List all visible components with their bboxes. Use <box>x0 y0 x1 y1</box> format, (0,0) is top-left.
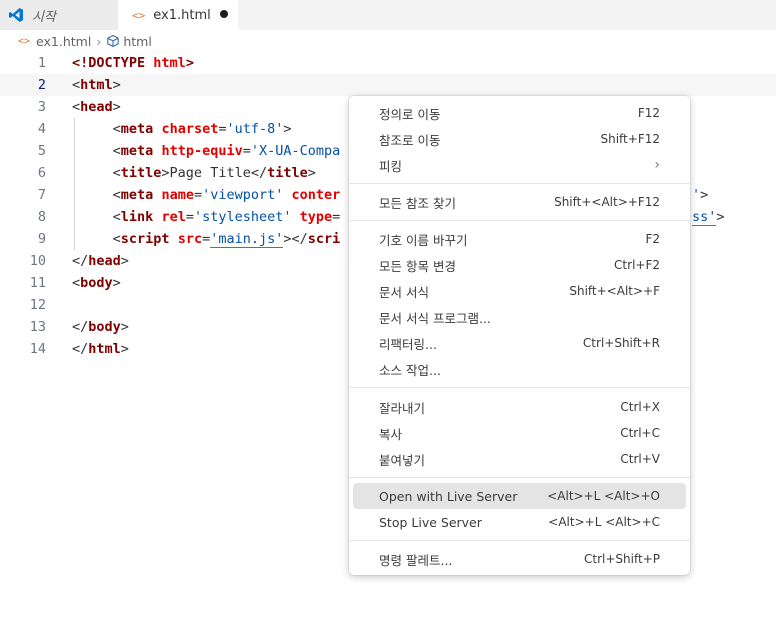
menu-item-shortcut: Ctrl+C <box>620 426 660 440</box>
chevron-right-icon: › <box>96 33 102 49</box>
line-number: 10 <box>29 253 46 269</box>
menu-item-shortcut: Shift+<Alt>+F <box>569 284 660 298</box>
menu-item-find-all-references[interactable]: 모든 참조 찾기 Shift+<Alt>+F12 <box>353 189 686 215</box>
menu-item-label: 소스 작업... <box>379 362 441 378</box>
menu-item-label: 복사 <box>379 426 403 442</box>
indent-guide <box>74 118 75 250</box>
menu-item-open-with-live-server[interactable]: Open with Live Server <Alt>+L <Alt>+O <box>353 483 686 509</box>
menu-item-source-action[interactable]: 소스 작업... <box>353 356 686 382</box>
line-number: 4 <box>37 121 46 137</box>
menu-item-label: 문서 서식 프로그램... <box>379 310 491 326</box>
menu-item-command-palette[interactable]: 명령 팔레트... Ctrl+Shift+P <box>353 546 686 572</box>
tab-ex1-html-label: ex1.html <box>153 7 211 23</box>
menu-item-label: 명령 팔레트... <box>379 552 453 568</box>
unsaved-dot-icon[interactable] <box>220 10 228 18</box>
menu-item-label: 리팩터링... <box>379 336 437 352</box>
code-text: <title>Page Title</title> <box>112 165 316 181</box>
tab-ex1-html[interactable]: <> ex1.html <box>118 0 238 30</box>
menu-item-paste[interactable]: 붙여넣기 Ctrl+V <box>353 446 686 472</box>
code-text: <html> <box>72 77 121 93</box>
html-file-icon: <> <box>18 35 31 47</box>
code-overflow-fragment: ss'> <box>692 209 725 226</box>
menu-item-label: 기호 이름 바꾸기 <box>379 232 468 248</box>
code-text: </html> <box>72 341 129 357</box>
line-number: 2 <box>37 77 46 93</box>
line-number: 9 <box>37 231 46 247</box>
menu-item-shortcut: Ctrl+F2 <box>614 258 660 272</box>
menu-item-label: Open with Live Server <box>379 488 518 504</box>
code-text: <body> <box>72 275 121 291</box>
code-text: <!DOCTYPE html> <box>72 55 194 71</box>
menu-item-label: 모든 참조 찾기 <box>379 195 456 211</box>
html-file-icon: <> <box>132 8 146 22</box>
menu-item-change-all-occurrences[interactable]: 모든 항목 변경 Ctrl+F2 <box>353 252 686 278</box>
code-text: </body> <box>72 319 129 335</box>
code-line-current: 2 <html> <box>0 74 776 96</box>
menu-item-label: 잘라내기 <box>379 400 426 416</box>
line-number: 7 <box>37 187 46 203</box>
code-text: <meta http-equiv='X-UA-Compa <box>112 143 341 159</box>
breadcrumb-file[interactable]: ex1.html <box>36 34 91 49</box>
menu-item-shortcut: F12 <box>637 106 660 120</box>
menu-item-shortcut: Ctrl+Shift+R <box>582 336 660 350</box>
menu-item-go-to-references[interactable]: 참조로 이동 Shift+F12 <box>353 126 686 152</box>
menu-item-label: 모든 항목 변경 <box>379 258 456 274</box>
code-text: </head> <box>72 253 129 269</box>
menu-separator <box>349 387 690 388</box>
tab-start[interactable]: 시작 <box>0 0 118 30</box>
breadcrumb-symbol[interactable]: html <box>123 34 151 49</box>
chevron-right-icon: › <box>654 157 660 173</box>
menu-item-peek[interactable]: 피킹 › <box>353 152 686 178</box>
tab-start-label: 시작 <box>32 9 56 25</box>
menu-separator <box>349 477 690 478</box>
menu-item-label: Stop Live Server <box>379 514 482 530</box>
menu-separator <box>349 540 690 541</box>
menu-item-format-document-with[interactable]: 문서 서식 프로그램... <box>353 304 686 330</box>
menu-item-format-document[interactable]: 문서 서식 Shift+<Alt>+F <box>353 278 686 304</box>
code-text: <script src='main.js'></scri <box>112 231 341 248</box>
menu-item-label: 피킹 <box>379 158 403 174</box>
menu-item-shortcut: Ctrl+V <box>620 452 660 466</box>
line-number: 8 <box>37 209 46 225</box>
menu-item-shortcut: <Alt>+L <Alt>+C <box>548 515 660 529</box>
code-overflow-fragment: '> <box>692 187 709 203</box>
line-number: 3 <box>37 99 46 115</box>
line-number: 6 <box>37 165 46 181</box>
menu-item-shortcut: Shift+F12 <box>600 132 660 146</box>
menu-separator <box>349 220 690 221</box>
code-text: <head> <box>72 99 121 115</box>
code-text: <link rel='stylesheet' type= <box>112 209 341 225</box>
menu-item-shortcut: Ctrl+X <box>620 400 660 414</box>
menu-item-label: 정의로 이동 <box>379 106 441 122</box>
menu-item-rename-symbol[interactable]: 기호 이름 바꾸기 F2 <box>353 226 686 252</box>
code-line: 1 <!DOCTYPE html> <box>0 52 776 74</box>
menu-item-label: 문서 서식 <box>379 284 429 300</box>
menu-item-shortcut: F2 <box>645 232 660 246</box>
menu-item-shortcut: Shift+<Alt>+F12 <box>554 195 660 209</box>
menu-item-label: 참조로 이동 <box>379 132 441 148</box>
vscode-icon <box>9 8 23 22</box>
line-number: 12 <box>29 297 46 313</box>
menu-item-refactor[interactable]: 리팩터링... Ctrl+Shift+R <box>353 330 686 356</box>
menu-item-stop-live-server[interactable]: Stop Live Server <Alt>+L <Alt>+C <box>353 509 686 535</box>
menu-item-cut[interactable]: 잘라내기 Ctrl+X <box>353 394 686 420</box>
line-number: 5 <box>37 143 46 159</box>
menu-separator <box>349 183 690 184</box>
menu-item-label: 붙여넣기 <box>379 452 426 468</box>
line-number: 1 <box>37 55 46 71</box>
code-text: <meta name='viewport' conter <box>112 187 341 203</box>
menu-item-go-to-definition[interactable]: 정의로 이동 F12 <box>353 100 686 126</box>
code-text: <meta charset='utf-8'> <box>112 121 292 137</box>
context-menu: 정의로 이동 F12 참조로 이동 Shift+F12 피킹 › 모든 참조 찾기 Sh… <box>349 96 690 575</box>
menu-item-copy[interactable]: 복사 Ctrl+C <box>353 420 686 446</box>
tab-bar: 시작 <> ex1.html <box>0 0 776 30</box>
menu-item-shortcut: Ctrl+Shift+P <box>584 552 660 566</box>
breadcrumb: <> ex1.html › html <box>0 30 776 52</box>
menu-item-shortcut: <Alt>+L <Alt>+O <box>547 489 660 503</box>
line-number: 13 <box>29 319 46 335</box>
line-number: 11 <box>29 275 46 291</box>
line-number: 14 <box>29 341 46 357</box>
symbol-cube-icon <box>107 34 120 48</box>
